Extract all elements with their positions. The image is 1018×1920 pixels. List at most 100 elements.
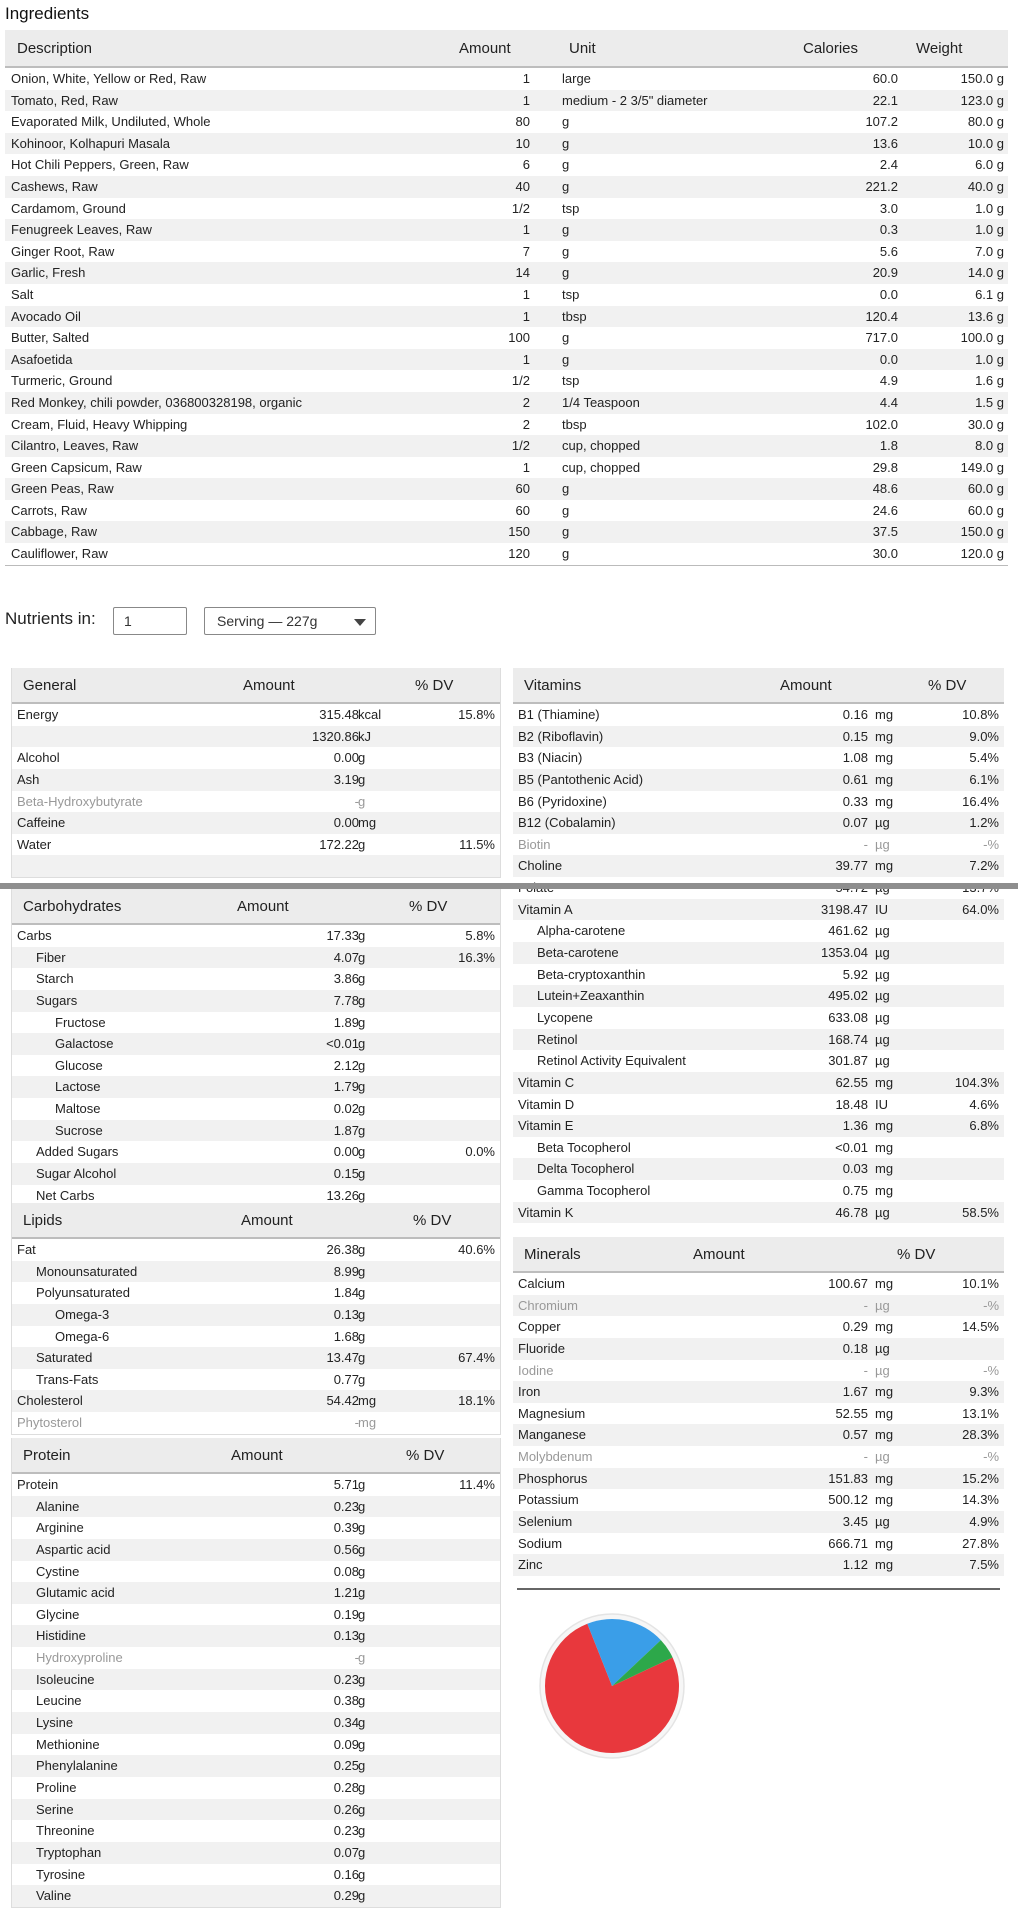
nutrient-unit: g xyxy=(358,1122,366,1138)
nutrient-unit: g xyxy=(358,1844,366,1860)
nutrient-row: Beta-carotene 1353.04 µg xyxy=(513,942,1004,964)
nutrient-amount: 0.25 xyxy=(333,1758,359,1774)
table-row[interactable]: Cream, Fluid, Heavy Whipping 2 tbsp 102.0 30… xyxy=(5,414,1008,436)
nutrient-row: Delta Tocopherol 0.03 mg xyxy=(513,1158,1004,1181)
ingredient-calories: 20.9 xyxy=(872,265,898,281)
nutrient-row: Saturated 13.47 g 67.4% xyxy=(12,1347,500,1369)
nutrient-amount: 500.12 xyxy=(828,1492,868,1508)
nutrient-amount: 0.56 xyxy=(333,1541,359,1557)
lipids-body: Fat 26.38 g 40.6% Monounsaturated 8.99 g Polyun… xyxy=(12,1239,500,1434)
nutrient-name: Tyrosine xyxy=(36,1866,86,1882)
nutrient-unit: g xyxy=(358,771,366,787)
header-description[interactable]: Description xyxy=(17,40,92,57)
table-row[interactable]: Onion, White, Yellow or Red, Raw 1 large 60… xyxy=(5,68,1008,90)
nutrient-unit: µg xyxy=(875,1031,890,1047)
nutrient-unit: mg xyxy=(875,1492,894,1508)
header-amount[interactable]: Amount xyxy=(459,40,511,57)
nutrient-name: Vitamin K xyxy=(518,1204,574,1220)
table-row[interactable]: Fenugreek Leaves, Raw 1 g 0.3 1.0 g xyxy=(5,219,1008,241)
table-row[interactable]: Cauliflower, Raw 120 g 30.0 120.0 g xyxy=(5,543,1008,565)
nutrient-unit: g xyxy=(358,928,366,943)
table-row[interactable]: Hot Chili Peppers, Green, Raw 6 g 2.4 6.0 g xyxy=(5,154,1008,176)
table-row[interactable]: Ginger Root, Raw 7 g 5.6 7.0 g xyxy=(5,241,1008,263)
ingredient-unit: 1/4 Teaspoon xyxy=(562,394,640,410)
nutrient-unit: g xyxy=(358,1693,366,1709)
nutrient-row: Selenium 3.45 µg 4.9% xyxy=(513,1511,1004,1533)
table-row[interactable]: Butter, Salted 100 g 717.0 100.0 g xyxy=(5,327,1008,349)
ingredient-unit: g xyxy=(562,114,570,130)
ingredient-weight: 30.0 g xyxy=(967,416,1004,432)
nutrient-dv: 6.1% xyxy=(969,771,999,787)
nutrient-dv: 4.6% xyxy=(969,1096,999,1112)
nutrient-amount: 0.23 xyxy=(333,1823,359,1839)
table-row[interactable]: Red Monkey, chili powder, 036800328198, … xyxy=(5,391,1008,414)
nutrient-row: Retinol Activity Equivalent 301.87 µg xyxy=(513,1050,1004,1072)
table-row[interactable]: Garlic, Fresh 14 g 20.9 14.0 g xyxy=(5,262,1008,284)
vitamins-dv-header: % DV xyxy=(928,677,967,694)
table-row[interactable]: Green Capsicum, Raw 1 cup, chopped 29.8 149.… xyxy=(5,457,1008,479)
nutrient-unit: g xyxy=(358,1079,366,1095)
table-row[interactable]: Evaporated Milk, Undiluted, Whole 80 g 107.… xyxy=(5,111,1008,133)
ingredient-unit: g xyxy=(562,481,570,497)
ingredient-amount: 7 xyxy=(522,243,530,259)
table-row[interactable]: Green Peas, Raw 60 g 48.6 60.0 g xyxy=(5,478,1008,500)
nutrient-unit: g xyxy=(358,1014,366,1030)
header-calories[interactable]: Calories xyxy=(803,40,858,57)
nutrient-unit: mg xyxy=(875,1161,894,1177)
ingredient-calories: 717.0 xyxy=(865,330,898,346)
ingredient-weight: 60.0 g xyxy=(967,502,1004,518)
table-row[interactable]: Tomato, Red, Raw 1 medium - 2 3/5" diamete… xyxy=(5,89,1008,112)
table-row[interactable]: Avocado Oil 1 tbsp 120.4 13.6 g xyxy=(5,305,1008,328)
table-row[interactable]: Cashews, Raw 40 g 221.2 40.0 g xyxy=(5,175,1008,198)
table-row[interactable]: Asafoetida 1 g 0.0 1.0 g xyxy=(5,348,1008,371)
ingredient-calories: 37.5 xyxy=(872,524,898,540)
nutrient-row: Polyunsaturated 1.84 g xyxy=(12,1282,500,1304)
ingredient-unit: tsp xyxy=(562,286,580,302)
ingredient-unit: g xyxy=(562,524,570,540)
nutrient-name: Sugar Alcohol xyxy=(36,1166,117,1182)
nutrient-amount: 1.89 xyxy=(333,1014,359,1030)
nutrient-name: Monounsaturated xyxy=(36,1263,138,1279)
nutrient-dv: 11.5% xyxy=(459,836,495,852)
serving-size-select[interactable]: Serving — 227g xyxy=(204,607,376,635)
nutrient-unit: mg xyxy=(875,1319,894,1335)
nutrient-amount: <0.01 xyxy=(835,1139,868,1155)
nutrient-unit: kcal xyxy=(358,707,382,722)
header-weight[interactable]: Weight xyxy=(916,40,962,57)
nutrient-name: Vitamin A xyxy=(518,901,573,917)
nutrient-unit: mg xyxy=(358,1415,377,1431)
nutrient-row: Phenylalanine 0.25 g xyxy=(12,1755,500,1777)
ingredient-amount: 150 xyxy=(508,524,530,540)
nutrient-name: Valine xyxy=(36,1888,72,1904)
nutrient-row: Calcium 100.67 mg 10.1% xyxy=(513,1273,1004,1295)
header-unit[interactable]: Unit xyxy=(569,40,596,57)
nutrient-amount: 0.07 xyxy=(842,815,868,831)
ingredient-weight: 7.0 g xyxy=(975,243,1004,259)
nutrient-unit: µg xyxy=(875,988,890,1004)
table-row[interactable]: Cardamom, Ground 1/2 tsp 3.0 1.0 g xyxy=(5,198,1008,220)
nutrient-name: Polyunsaturated xyxy=(36,1285,130,1301)
nutrient-amount: 0.03 xyxy=(842,1161,868,1177)
nutrient-name: Omega-3 xyxy=(55,1306,110,1322)
ingredient-amount: 2 xyxy=(522,394,530,410)
table-row[interactable]: Kohinoor, Kolhapuri Masala 10 g 13.6 10.0 g xyxy=(5,132,1008,155)
table-row[interactable]: Turmeric, Ground 1/2 tsp 4.9 1.6 g xyxy=(5,370,1008,392)
table-row[interactable]: Cilantro, Leaves, Raw 1/2 cup, chopped 1.8 8… xyxy=(5,435,1008,457)
ingredient-calories: 2.4 xyxy=(879,157,898,173)
table-row[interactable]: Carrots, Raw 60 g 24.6 60.0 g xyxy=(5,500,1008,522)
nutrient-name: Iodine xyxy=(518,1362,554,1378)
nutrient-name: Methionine xyxy=(36,1736,100,1752)
nutrient-name: Phytosterol xyxy=(17,1415,83,1431)
serving-quantity-input[interactable] xyxy=(113,607,187,635)
ingredient-weight: 6.0 g xyxy=(975,157,1004,173)
nutrient-amount: 13.26 xyxy=(326,1187,359,1203)
nutrient-name: Beta-carotene xyxy=(537,945,619,961)
lipids-header: Lipids Amount % DV xyxy=(12,1203,500,1239)
carbohydrates-dv-header: % DV xyxy=(409,898,448,915)
nutrient-name: Histidine xyxy=(36,1628,86,1644)
table-row[interactable]: Salt 1 tsp 0.0 6.1 g xyxy=(5,284,1008,306)
ingredient-calories: 30.0 xyxy=(872,546,898,562)
ingredient-description: Green Capsicum, Raw xyxy=(11,459,142,475)
nutrient-amount: 46.78 xyxy=(835,1204,868,1220)
table-row[interactable]: Cabbage, Raw 150 g 37.5 150.0 g xyxy=(5,521,1008,544)
